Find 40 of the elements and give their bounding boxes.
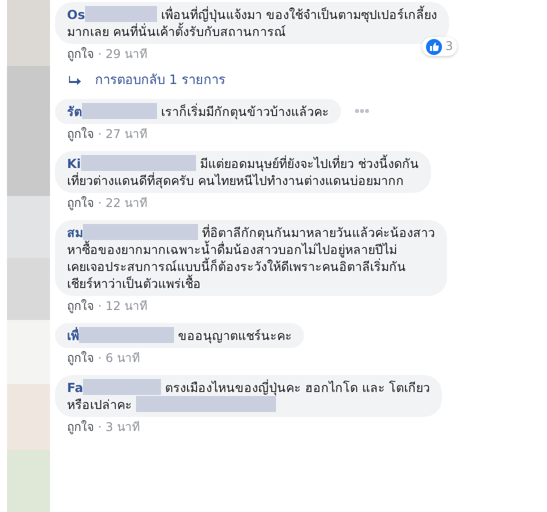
timestamp: 6 นาที xyxy=(105,350,140,364)
reply-arrow-icon xyxy=(69,76,81,86)
like-link[interactable]: ถูกใจ xyxy=(67,350,94,364)
comment-text: เคยเจอประสบการณ์แบบนี้ก็ต้องระวังให้ดีเพราะคนอิตาลีเริ่มกัน xyxy=(67,258,406,274)
commenter-name[interactable]: รัต xyxy=(67,104,82,118)
comment-text: เชียร์หาว่าเป็นตัวแพร่เชื้อ xyxy=(67,276,201,290)
separator-dot: · xyxy=(98,47,102,61)
timestamp: 27 นาที xyxy=(105,126,148,140)
more-options-icon[interactable] xyxy=(354,109,369,113)
commenter-name[interactable]: Ki xyxy=(67,156,81,170)
like-link[interactable]: ถูกใจ xyxy=(67,126,94,140)
commenter-name[interactable]: สม xyxy=(67,224,83,240)
comment-text: เพื่อนที่ญี่ปุ่นแจ้งมา ของใช้จำเป็นตามซุปเปอร์เกลี้ยง xyxy=(161,7,438,22)
comment-text: เราก็เริ่มมีกักตุนข้าวบ้างแล้วคะ xyxy=(160,104,329,118)
comment-text: ที่อิตาลีกักตุนกันมาหลายวันแล้วค่ะน้องสาว xyxy=(202,224,435,240)
comment-text: เที่ยวต่างแดนดีที่สุดครับ คนไทยหนีไปทำงานต่างแดนบ่อยมากก xyxy=(67,172,404,188)
replies-link[interactable]: การตอบกลับ 1 รายการ xyxy=(95,71,226,90)
timestamp: 29 นาที xyxy=(105,47,148,61)
like-link[interactable]: ถูกใจ xyxy=(67,47,94,61)
separator-dot: · xyxy=(98,126,102,140)
timestamp: 22 นาที xyxy=(105,196,148,210)
like-link[interactable]: ถูกใจ xyxy=(67,420,94,434)
commenter-name[interactable]: เพื่ xyxy=(67,328,79,342)
comment-text: ขออนุญาตแชร์นะคะ xyxy=(178,328,292,342)
reaction-count: 3 xyxy=(445,38,454,55)
comment-text: หาซื้อของยากมากเฉพาะน้ำดื่มน้องสาวบอกไม่ไปอยู่หลายปีไม่ xyxy=(67,242,397,256)
separator-dot: · xyxy=(98,298,102,312)
commenter-name[interactable]: Fa xyxy=(67,380,84,394)
separator-dot: · xyxy=(98,350,102,364)
timestamp: 12 นาที xyxy=(105,298,148,312)
commenter-name[interactable]: Os xyxy=(67,7,86,22)
like-link[interactable]: ถูกใจ xyxy=(67,298,94,312)
comment-text: หรือเปล่าคะ xyxy=(67,396,132,412)
comment-text: มีแต่ยอดมนุษย์ที่ยังจะไปเที่ยว ช่วงนี้งดกัน xyxy=(200,156,419,170)
like-link[interactable]: ถูกใจ xyxy=(67,196,94,210)
comment-text: ตรงเมืองไหนของญี่ปุ่นคะ ฮอกไกโด และ โตเกียว xyxy=(165,380,430,394)
separator-dot: · xyxy=(98,196,102,210)
separator-dot: · xyxy=(98,420,102,434)
comment-text: มากเลย คนที่นั่นเค้าตั้งรับกับสถานการณ์ xyxy=(67,24,286,39)
timestamp: 3 นาที xyxy=(105,420,140,434)
